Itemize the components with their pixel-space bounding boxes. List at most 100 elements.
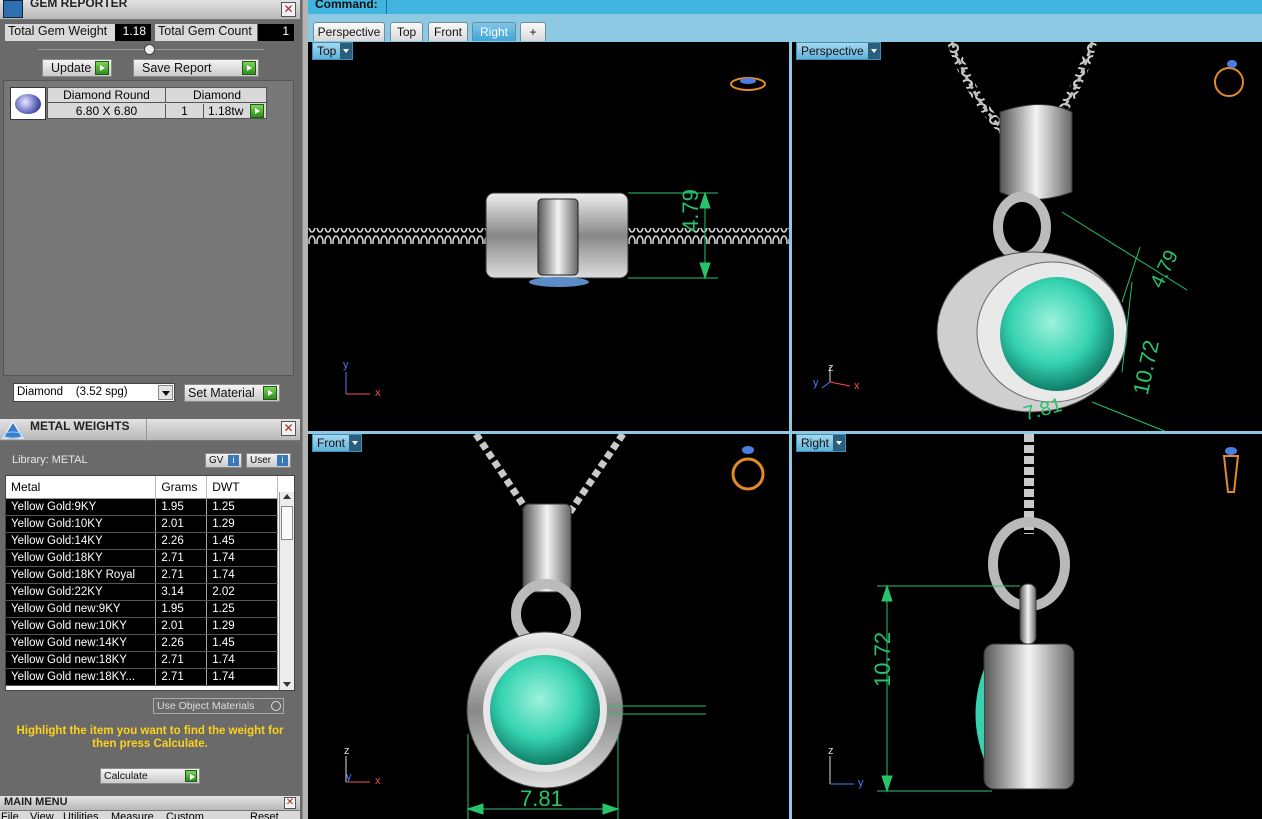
gem-row[interactable]: Diamond Round Diamond 6.80 X 6.80 1 1.18…: [47, 87, 268, 119]
menu-measure[interactable]: Measure: [111, 811, 154, 819]
svg-text:y: y: [858, 777, 864, 789]
svg-text:x: x: [854, 380, 860, 392]
menu-view[interactable]: View: [30, 811, 54, 819]
table-row[interactable]: Yellow Gold:18KY 2.71 1.74: [6, 549, 278, 567]
column-header-metal[interactable]: Metal: [6, 476, 157, 499]
command-input[interactable]: [386, 0, 1258, 14]
metal-name-cell: Yellow Gold:18KY: [6, 549, 157, 567]
chevron-down-icon[interactable]: [158, 385, 173, 400]
metal-weights-body: Library: METAL GV i User i Metal Grams D…: [0, 441, 300, 796]
table-row[interactable]: Yellow Gold:22KY 3.14 2.02: [6, 583, 278, 601]
total-gem-weight-label: Total Gem Weight: [5, 24, 115, 41]
close-metal-weights-button[interactable]: ✕: [281, 421, 296, 436]
ring-icon: [1214, 60, 1244, 97]
metal-table-container: Metal Grams DWT Yellow Gold:9KY 1.95 1.25 Y…: [5, 475, 295, 691]
gem-type-header: Diamond: [166, 88, 268, 103]
calculate-button[interactable]: Calculate: [100, 768, 200, 784]
update-button[interactable]: Update: [42, 59, 112, 77]
gv-toggle[interactable]: GV i: [205, 453, 242, 468]
go-arrow-icon: [185, 770, 197, 782]
close-gem-reporter-button[interactable]: ✕: [281, 2, 296, 17]
gem-shape-header: Diamond Round: [48, 88, 166, 103]
dwt-cell: 2.02: [206, 583, 278, 601]
tab-right[interactable]: Right: [472, 22, 516, 41]
metal-rows: Yellow Gold:9KY 1.95 1.25 Yellow Gold:10KY 2…: [6, 498, 278, 686]
right-view-render: 10.72 z y: [828, 434, 1240, 793]
grams-cell: 2.26: [155, 532, 208, 550]
tab-front[interactable]: Front: [428, 22, 468, 41]
dwt-cell: 1.45: [206, 532, 278, 550]
tab-top[interactable]: Top: [390, 22, 423, 41]
metal-name-cell: Yellow Gold:22KY: [6, 583, 157, 601]
calculate-hint: Highlight the item you want to find the …: [16, 725, 284, 750]
table-row[interactable]: Yellow Gold:10KY 2.01 1.29: [6, 515, 278, 533]
dim-text-b: 10.72: [1128, 338, 1164, 397]
table-row[interactable]: Yellow Gold new:14KY 2.26 1.45: [6, 634, 278, 652]
metal-weights-header: METAL WEIGHTS ✕: [0, 419, 300, 441]
viewport-top[interactable]: Top 4.79 y x Top: [308, 42, 789, 431]
dwt-cell: 1.29: [206, 617, 278, 635]
viewport-right-label[interactable]: Right: [796, 434, 847, 452]
grams-cell: 3.14: [155, 583, 208, 601]
scroll-thumb[interactable]: [281, 506, 293, 540]
menu-custom[interactable]: Custom: [166, 811, 204, 819]
scroll-up-icon[interactable]: [283, 494, 291, 499]
gem-reporter-icon: [3, 0, 23, 18]
user-toggle[interactable]: User i: [246, 453, 291, 468]
svg-text:z: z: [344, 745, 350, 757]
ring-icon: [1222, 447, 1240, 493]
grams-cell: 2.01: [155, 617, 208, 635]
scrollbar[interactable]: [279, 492, 294, 690]
plus-icon: +: [529, 25, 537, 39]
main-menu-bar: File View Utilities Measure Custom Reset: [0, 811, 300, 819]
table-row[interactable]: Yellow Gold:14KY 2.26 1.45: [6, 532, 278, 550]
scroll-down-icon[interactable]: [283, 682, 291, 687]
column-header-dwt[interactable]: DWT: [206, 476, 278, 499]
viewport-perspective-label[interactable]: Perspective: [796, 42, 881, 60]
gem-list: Diamond Round Diamond 6.80 X 6.80 1 1.18…: [3, 80, 294, 376]
grams-cell: 2.01: [155, 515, 208, 533]
dwt-cell: 1.25: [206, 498, 278, 516]
svg-text:y: y: [346, 771, 352, 783]
dim-text-a: 4.79: [1146, 247, 1183, 292]
metal-table: Metal Grams DWT Yellow Gold:9KY 1.95 1.25 Y…: [6, 476, 278, 686]
dim-text: 7.81: [520, 786, 563, 811]
close-main-menu-button[interactable]: ✕: [284, 797, 296, 809]
viewport-front[interactable]: 7.81 z y x Front: [308, 434, 789, 819]
viewport-right[interactable]: 10.72 z y Right: [792, 434, 1262, 819]
slider-handle[interactable]: [144, 44, 155, 55]
library-label: Library: METAL: [12, 454, 88, 466]
set-material-button[interactable]: Set Material: [184, 384, 280, 402]
grams-cell: 1.95: [155, 600, 208, 618]
table-row[interactable]: Yellow Gold new:10KY 2.01 1.29: [6, 617, 278, 635]
tab-perspective[interactable]: Perspective: [313, 22, 385, 41]
viewport-front-label[interactable]: Front: [312, 434, 363, 452]
use-object-materials-toggle[interactable]: Use Object Materials: [153, 698, 284, 714]
go-arrow-icon[interactable]: [250, 104, 264, 118]
total-gem-count-label: Total Gem Count: [155, 24, 257, 41]
save-report-button[interactable]: Save Report: [133, 59, 259, 77]
axis-indicator: z y: [828, 745, 864, 789]
material-select[interactable]: Diamond (3.52 spg): [13, 383, 175, 402]
table-row[interactable]: Yellow Gold:18KY Royal 2.71 1.74: [6, 566, 278, 584]
menu-file[interactable]: File: [1, 811, 19, 819]
table-row[interactable]: Yellow Gold new:18KY 2.71 1.74: [6, 651, 278, 669]
chevron-down-icon: [340, 43, 353, 59]
gem-thumbnail[interactable]: [10, 87, 46, 120]
gem-count: 1: [166, 104, 204, 119]
menu-utilities[interactable]: Utilities: [63, 811, 98, 819]
menu-reset[interactable]: Reset: [250, 811, 279, 819]
viewport-perspective[interactable]: 4.79 10.72 7.81 z x y Perspective: [792, 42, 1262, 431]
radio-icon: [271, 701, 281, 711]
column-header-grams[interactable]: Grams: [155, 476, 208, 499]
bail: [537, 198, 579, 276]
viewport-top-label[interactable]: Top: [312, 42, 354, 60]
go-arrow-icon: [95, 61, 109, 75]
table-row[interactable]: Yellow Gold new:18KY... 2.71 1.74: [6, 668, 278, 686]
table-row[interactable]: Yellow Gold new:9KY 1.95 1.25: [6, 600, 278, 618]
add-view-button[interactable]: +: [520, 22, 546, 41]
svg-text:y: y: [813, 377, 819, 389]
table-row[interactable]: Yellow Gold:9KY 1.95 1.25: [6, 498, 278, 516]
grams-cell: 2.71: [155, 566, 208, 584]
metal-name-cell: Yellow Gold new:10KY: [6, 617, 157, 635]
